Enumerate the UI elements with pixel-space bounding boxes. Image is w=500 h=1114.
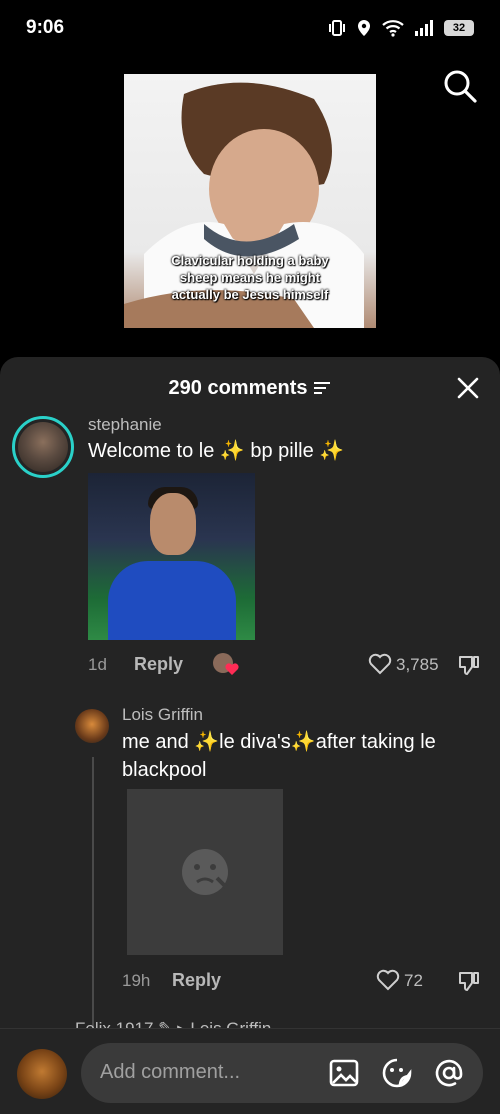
comment-time: 1d <box>88 655 107 674</box>
comments-count-title[interactable]: 290 comments <box>169 377 332 400</box>
add-comment-placeholder: Add comment... <box>100 1061 241 1083</box>
dislike-icon[interactable] <box>457 969 481 993</box>
signal-icon <box>415 20 433 36</box>
search-icon[interactable] <box>442 68 478 104</box>
comment-photo[interactable] <box>88 473 255 640</box>
status-icons: 32 <box>328 19 474 37</box>
close-icon[interactable] <box>456 376 480 400</box>
comment-text: me and ✨le diva's✨after taking le blackp… <box>122 731 436 781</box>
status-time: 9:06 <box>26 17 65 38</box>
status-bar: 9:06 32 <box>0 0 500 56</box>
reply-button[interactable]: Reply <box>172 970 221 991</box>
battery-icon: 32 <box>444 20 474 36</box>
video-thumbnail[interactable]: Clavicular holding a baby sheep means he… <box>124 74 376 328</box>
comment-username[interactable]: stephanie <box>88 415 162 435</box>
dislike-icon[interactable] <box>457 653 481 677</box>
reply-button[interactable]: Reply <box>134 654 183 675</box>
like-count: 72 <box>404 971 423 990</box>
video-caption: Clavicular holding a baby sheep means he… <box>171 253 329 302</box>
comment-text: Welcome to le ✨ bp pille ✨ <box>88 440 345 462</box>
comment-image-placeholder[interactable] <box>127 789 283 955</box>
mention-icon[interactable] <box>433 1057 465 1089</box>
sheet-header: 290 comments <box>0 357 500 419</box>
comment-time: 19h <box>122 971 151 990</box>
broken-image-icon <box>182 849 229 895</box>
vibrate-icon <box>329 20 345 36</box>
wifi-icon <box>382 20 404 37</box>
like-count: 3,785 <box>396 655 439 674</box>
add-comment-input[interactable]: Add comment... <box>81 1043 483 1103</box>
comment-composer: Add comment... <box>0 1028 500 1114</box>
location-icon <box>358 20 370 36</box>
my-avatar[interactable] <box>17 1049 67 1099</box>
image-icon[interactable] <box>328 1057 360 1089</box>
reaction-avatar-icon <box>213 653 239 675</box>
sort-icon <box>314 382 331 394</box>
heart-icon[interactable] <box>376 969 400 991</box>
avatar-image <box>18 422 68 472</box>
comment-username[interactable]: Lois Griffin <box>122 705 203 725</box>
avatar[interactable] <box>12 416 74 478</box>
heart-icon[interactable] <box>368 653 392 675</box>
comments-list: stephanie Welcome to le ✨ bp pille ✨ 1d … <box>0 413 500 1029</box>
avatar[interactable] <box>75 709 109 743</box>
comments-count-label: 290 comments <box>168 376 308 399</box>
thread-line <box>92 757 94 1029</box>
comments-sheet: 290 comments stephanie Welcome to le ✨ b… <box>0 357 500 1114</box>
sticker-icon[interactable] <box>381 1057 413 1089</box>
